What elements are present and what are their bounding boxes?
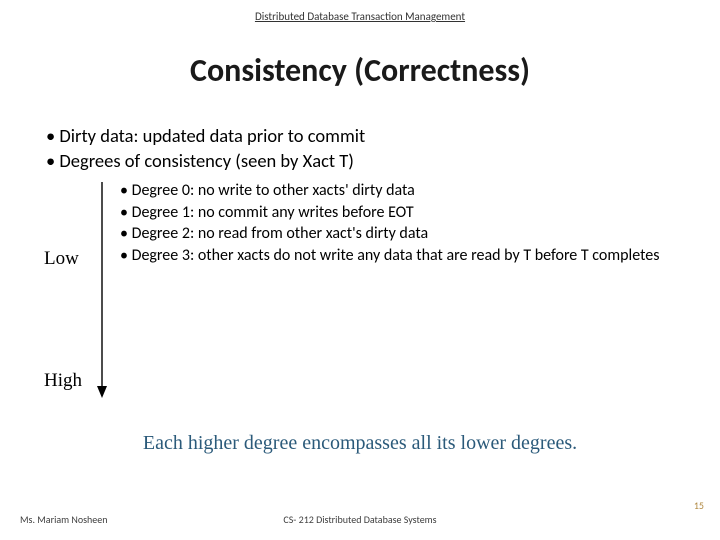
main-bullet-list: Dirty data: updated data prior to commit… [46, 124, 720, 174]
low-label: Low [44, 248, 79, 270]
main-bullet: Degrees of consistency (seen by Xact T) [46, 149, 720, 174]
header-topic: Distributed Database Transaction Managem… [0, 0, 720, 23]
title-area: Consistency (Correctness) [0, 51, 720, 90]
sub-bullet: Degree 1: no commit any writes before EO… [120, 202, 700, 224]
arrow-down-icon [95, 180, 109, 398]
sub-bullet: Degree 2: no read from other xact's dirt… [120, 223, 700, 245]
footer-course: CS- 212 Distributed Database Systems [283, 513, 436, 526]
sub-bullet: Degree 3: other xacts do not write any d… [120, 245, 700, 267]
page-number: 15 [694, 499, 704, 512]
sub-area: Degree 0: no write to other xacts' dirty… [0, 180, 720, 266]
high-label: High [44, 370, 82, 392]
sub-bullet: Degree 0: no write to other xacts' dirty… [120, 180, 700, 202]
slide-title: Consistency (Correctness) [0, 51, 720, 90]
summary-text: Each higher degree encompasses all its l… [0, 432, 720, 455]
main-bullet: Dirty data: updated data prior to commit [46, 124, 720, 149]
sub-bullet-list: Degree 0: no write to other xacts' dirty… [120, 180, 700, 266]
footer-author: Ms. Mariam Nosheen [20, 513, 108, 526]
